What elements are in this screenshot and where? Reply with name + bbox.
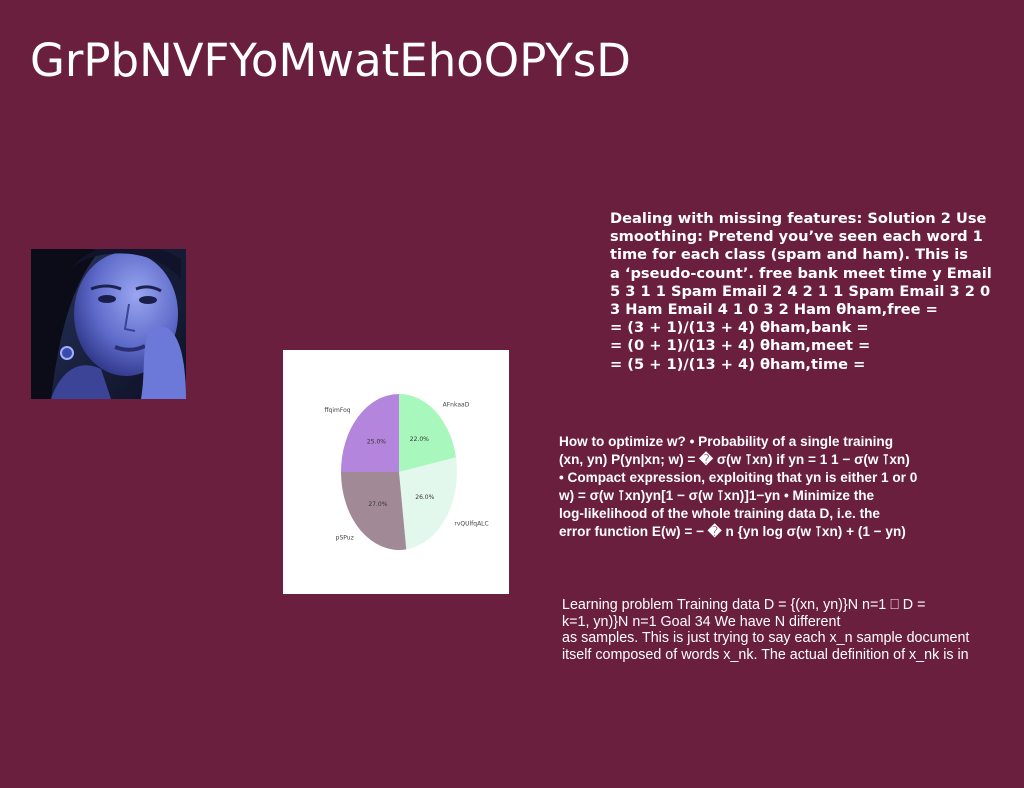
- pie-chart-card: 22.0% AFnkaaD 26.0% rvQUlfqALC 27.0% pSPuz 25.…: [283, 350, 509, 594]
- text-block-2-line: How to optimize w? • Probability of a si…: [559, 434, 894, 449]
- pie-value-label: 25.0%: [367, 439, 386, 446]
- slide: { "title": "GrPbNVFYoMwatEhoOPYsD", "ima…: [0, 0, 1024, 788]
- text-block-2-line: w) = σ(w ⊺xn)yn[1 − σ(w ⊺xn)]1−yn • Mini…: [559, 488, 875, 503]
- pie-value-label: 22.0%: [410, 436, 429, 443]
- text-block-1-line: Dealing with missing features: Solution …: [610, 210, 987, 227]
- text-block-1-line: = (5 + 1)/(13 + 4) θham,time =: [610, 355, 866, 373]
- portrait-photo: [31, 249, 186, 399]
- pie-category-label: pSPuz: [336, 535, 354, 542]
- pie-category-label: AFnkaaD: [443, 402, 470, 409]
- pie-chart: 22.0% AFnkaaD 26.0% rvQUlfqALC 27.0% pSPuz 25.…: [324, 394, 489, 550]
- text-block-1-line: 3 Ham Email 4 1 0 3 2 Ham θham,free =: [610, 301, 938, 319]
- text-block-3-line: itself composed of words x_nk. The actua…: [562, 646, 969, 663]
- portrait-image: [31, 249, 186, 399]
- text-block-3-line: as samples. This is just trying to say e…: [562, 630, 970, 647]
- pie-category-label: rvQUlfqALC: [454, 520, 488, 527]
- text-block-1-line: a ‘pseudo-count’. free bank meet time y …: [610, 264, 992, 282]
- text-block-missing-features: Dealing with missing features: Solution …: [610, 210, 1024, 374]
- text-block-optimize-w: How to optimize w? • Probability of a si…: [559, 433, 1021, 541]
- text-block-2-line: log-likelihood of the whole training dat…: [559, 506, 880, 521]
- text-block-3-line: Learning problem Training data D = {(xn,…: [562, 597, 926, 613]
- text-block-3-line: k=1, yn)}N n=1 Goal 34 We have N differe…: [562, 613, 841, 630]
- pie-category-label: ffqimFoq: [324, 407, 350, 414]
- text-block-2-line: • Compact expression, exploiting that yn…: [559, 470, 918, 485]
- text-block-learning-problem: Learning problem Training data D = {(xn,…: [562, 597, 1022, 663]
- text-block-1-line: smoothing: Pretend you’ve seen each word…: [610, 228, 983, 246]
- text-block-1-line: = (3 + 1)/(13 + 4) θham,bank =: [610, 319, 869, 337]
- text-block-1-line: 5 3 1 1 Spam Email 2 4 2 1 1 Spam Email …: [610, 282, 991, 300]
- text-block-1-line: time for each class (spam and ham). This…: [610, 246, 968, 264]
- pie-value-label: 26.0%: [415, 494, 434, 501]
- pie-slice-rvQUlfqALC: [399, 457, 457, 550]
- pie-slice-ffqimFoq: [341, 394, 399, 472]
- text-block-2-line: (xn, yn) P(yn|xn; w) = � σ(w ⊺xn) if yn …: [559, 452, 910, 467]
- pie-value-label: 27.0%: [368, 501, 387, 508]
- text-block-2-line: error function E(w) = − � n {yn log σ(w …: [559, 524, 906, 539]
- slide-title: GrPbNVFYoMwatEhoOPYsD: [30, 34, 631, 87]
- text-block-1-line: = (0 + 1)/(13 + 4) θham,meet =: [610, 337, 871, 355]
